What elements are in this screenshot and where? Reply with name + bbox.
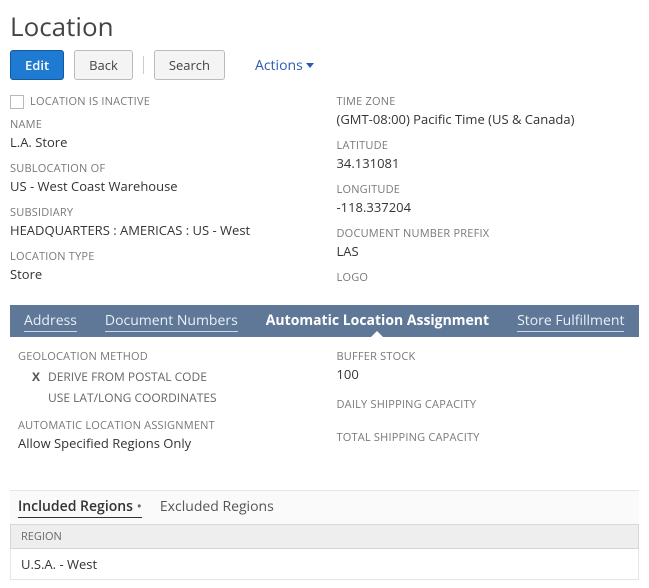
logo-label: LOGO	[337, 270, 640, 285]
inactive-label: LOCATION IS INACTIVE	[30, 94, 150, 109]
region-subtabs: Included Regions Excluded Regions	[10, 490, 639, 525]
ala-mode-value: Allow Specified Regions Only	[18, 434, 313, 452]
tab-address-label: Address	[24, 311, 77, 332]
longitude-label: LONGITUDE	[337, 182, 640, 197]
tab-ala-label: Automatic Location Assignment	[266, 311, 489, 331]
longitude-value: -118.337204	[337, 198, 640, 216]
page-title: Location	[10, 8, 639, 44]
table-row[interactable]: U.S.A. - West	[10, 549, 639, 580]
tab-bar: Address Document Numbers Automatic Locat…	[10, 305, 639, 337]
tab-document-numbers[interactable]: Document Numbers	[91, 305, 252, 337]
inactive-checkbox[interactable]	[10, 95, 24, 109]
geolocation-method-label: GEOLOCATION METHOD	[18, 349, 313, 364]
buffer-stock-value: 100	[337, 365, 632, 383]
ala-section: GEOLOCATION METHOD X DERIVE FROM POSTAL …	[10, 337, 639, 468]
back-button[interactable]: Back	[74, 50, 133, 80]
timezone-value: (GMT-08:00) Pacific Time (US & Canada)	[337, 110, 640, 128]
ala-mode-label: AUTOMATIC LOCATION ASSIGNMENT	[18, 418, 313, 433]
radio-selected-icon: X	[30, 368, 42, 385]
name-label: NAME	[10, 117, 313, 132]
actions-dropdown[interactable]: Actions	[255, 56, 314, 75]
toolbar: Edit Back Search Actions	[10, 50, 639, 80]
tab-address[interactable]: Address	[10, 305, 91, 337]
details-panel: LOCATION IS INACTIVE NAME L.A. Store SUB…	[10, 94, 639, 295]
sublocation-of-value: US - West Coast Warehouse	[10, 177, 313, 195]
toolbar-divider	[143, 56, 144, 74]
actions-label: Actions	[255, 56, 303, 75]
chevron-down-icon	[306, 63, 314, 68]
tab-automatic-location-assignment[interactable]: Automatic Location Assignment	[252, 305, 503, 337]
details-left-column: LOCATION IS INACTIVE NAME L.A. Store SUB…	[10, 94, 313, 295]
daily-shipping-capacity-label: DAILY SHIPPING CAPACITY	[337, 397, 632, 412]
tab-document-numbers-label: Document Numbers	[105, 311, 238, 332]
doc-number-prefix-label: DOCUMENT NUMBER PREFIX	[337, 226, 640, 241]
total-shipping-capacity-label: TOTAL SHIPPING CAPACITY	[337, 430, 632, 445]
latitude-label: LATITUDE	[337, 138, 640, 153]
geolocation-method-group: X DERIVE FROM POSTAL CODE USE LAT/LONG C…	[18, 366, 313, 408]
latitude-value: 34.131081	[337, 154, 640, 172]
inactive-row: LOCATION IS INACTIVE	[10, 94, 313, 109]
location-type-label: LOCATION TYPE	[10, 249, 313, 264]
tab-store-fulfillment-label: Store Fulfillment	[517, 311, 624, 332]
geolocation-option-postal-label: DERIVE FROM POSTAL CODE	[48, 368, 207, 385]
timezone-label: TIME ZONE	[337, 94, 640, 109]
name-value: L.A. Store	[10, 133, 313, 151]
geolocation-option-postal[interactable]: X DERIVE FROM POSTAL CODE	[18, 366, 313, 387]
edit-button[interactable]: Edit	[10, 50, 64, 80]
subtab-excluded-regions[interactable]: Excluded Regions	[160, 497, 274, 518]
buffer-stock-label: BUFFER STOCK	[337, 349, 632, 364]
subtab-included-regions[interactable]: Included Regions	[18, 497, 142, 518]
geolocation-option-latlong[interactable]: USE LAT/LONG COORDINATES	[18, 387, 313, 408]
doc-number-prefix-value: LAS	[337, 242, 640, 260]
tab-store-fulfillment[interactable]: Store Fulfillment	[503, 305, 638, 337]
location-type-value: Store	[10, 265, 313, 283]
subsidiary-value: HEADQUARTERS : AMERICAS : US - West	[10, 221, 313, 239]
region-table-header: REGION	[10, 525, 639, 549]
ala-right-column: BUFFER STOCK 100 DAILY SHIPPING CAPACITY…	[337, 349, 632, 462]
sublocation-of-label: SUBLOCATION OF	[10, 161, 313, 176]
ala-left-column: GEOLOCATION METHOD X DERIVE FROM POSTAL …	[18, 349, 313, 462]
subsidiary-label: SUBSIDIARY	[10, 205, 313, 220]
details-right-column: TIME ZONE (GMT-08:00) Pacific Time (US &…	[337, 94, 640, 295]
geolocation-option-latlong-label: USE LAT/LONG COORDINATES	[48, 389, 217, 406]
search-button[interactable]: Search	[154, 50, 225, 80]
